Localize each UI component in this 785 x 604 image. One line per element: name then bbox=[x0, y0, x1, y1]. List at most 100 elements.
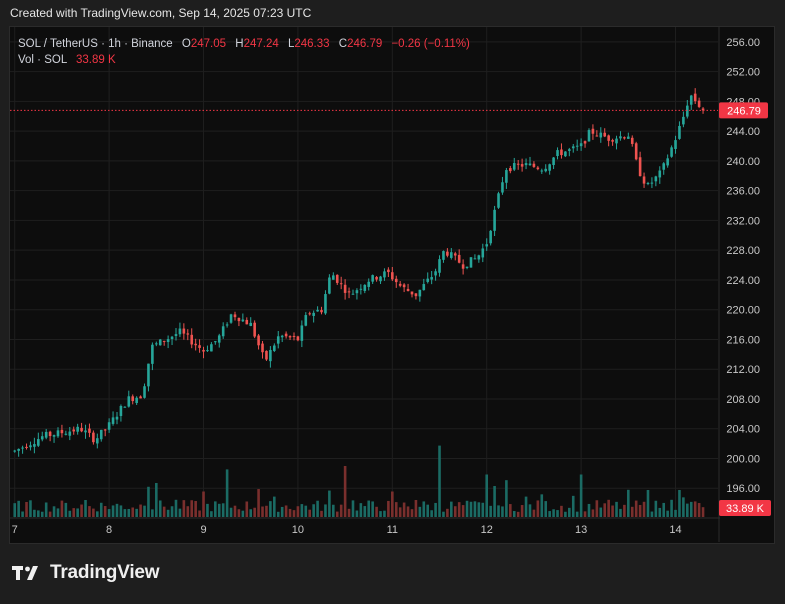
candle-body bbox=[351, 293, 355, 295]
candle-body bbox=[194, 343, 197, 346]
volume-bar bbox=[316, 500, 319, 517]
candle-body bbox=[80, 427, 83, 432]
volume-bar bbox=[461, 505, 465, 517]
candle-body bbox=[99, 429, 103, 440]
volume-bar bbox=[520, 505, 524, 517]
candle-body bbox=[190, 334, 194, 345]
volume-bar bbox=[155, 483, 158, 517]
volume-bar bbox=[60, 500, 64, 517]
volume-bar bbox=[469, 501, 473, 517]
volume-bar bbox=[359, 503, 363, 517]
volume-bar bbox=[135, 508, 138, 517]
candle-body bbox=[509, 168, 512, 172]
candle-body bbox=[48, 431, 52, 437]
volume-bar bbox=[276, 511, 280, 517]
volume-bar bbox=[37, 510, 40, 517]
candle-body bbox=[516, 163, 520, 165]
volume-bar bbox=[68, 510, 72, 517]
volume-bar bbox=[72, 508, 76, 517]
volume-bar bbox=[17, 500, 20, 517]
volume-bar bbox=[434, 502, 437, 517]
candle-body bbox=[682, 116, 685, 125]
candle-body bbox=[182, 328, 186, 334]
candle-body bbox=[206, 350, 209, 352]
candle-body bbox=[414, 293, 418, 297]
volume-tag-label: 33.89 K bbox=[726, 503, 765, 515]
candle-body bbox=[520, 164, 524, 167]
volume-bar bbox=[473, 501, 477, 517]
candle-body bbox=[72, 429, 76, 432]
candle-body bbox=[402, 284, 406, 288]
volume-bar bbox=[233, 505, 237, 517]
volume-bar bbox=[210, 511, 213, 517]
volume-bar bbox=[571, 495, 575, 517]
candlestick-chart[interactable]: 256.00252.00248.00244.00240.00236.00232.… bbox=[0, 0, 785, 604]
candle-body bbox=[697, 100, 701, 107]
candle-body bbox=[233, 314, 237, 318]
candle-body bbox=[693, 93, 697, 102]
volume-bar bbox=[241, 510, 245, 517]
legend-symbol[interactable]: SOL / TetherUS · 1h · Binance bbox=[18, 38, 173, 50]
y-tick-label: 196.00 bbox=[726, 483, 760, 495]
volume-bar bbox=[292, 510, 296, 517]
volume-bar bbox=[678, 489, 681, 517]
candle-body bbox=[355, 290, 359, 294]
candle-body bbox=[623, 137, 626, 139]
candle-body bbox=[123, 406, 127, 408]
candle-body bbox=[158, 339, 162, 346]
volume-bar bbox=[591, 509, 595, 517]
volume-bar bbox=[642, 501, 646, 517]
candle-body bbox=[29, 445, 32, 448]
volume-bar bbox=[548, 511, 551, 517]
candle-body bbox=[619, 136, 622, 139]
candle-body bbox=[214, 341, 217, 343]
volume-bar bbox=[634, 500, 638, 517]
candle-body bbox=[406, 288, 410, 292]
candle-body bbox=[548, 164, 551, 171]
volume-bar bbox=[52, 506, 56, 517]
candle-body bbox=[450, 252, 453, 258]
volume-bar bbox=[524, 496, 528, 517]
volume-bar bbox=[194, 501, 197, 517]
volume-bar bbox=[630, 506, 634, 517]
candle-body bbox=[33, 444, 36, 447]
candle-body bbox=[249, 322, 253, 326]
volume-bar bbox=[564, 511, 567, 517]
y-tick-label: 256.00 bbox=[726, 37, 760, 49]
volume-bar bbox=[375, 506, 378, 517]
candle-body bbox=[316, 309, 319, 312]
volume-bar bbox=[493, 486, 496, 517]
legend-volume-row: Vol · SOL 33.89 K bbox=[18, 52, 470, 68]
volume-bar bbox=[457, 502, 461, 517]
tradingview-wordmark: TradingView bbox=[50, 562, 160, 583]
candle-body bbox=[257, 335, 260, 346]
volume-bar bbox=[587, 503, 591, 517]
volume-bar bbox=[599, 507, 603, 517]
candle-body bbox=[501, 182, 504, 193]
volume-bar bbox=[103, 506, 107, 517]
volume-bar bbox=[245, 501, 249, 517]
volume-bar bbox=[540, 494, 544, 517]
candle-body bbox=[332, 275, 335, 280]
candle-body bbox=[115, 416, 119, 420]
volume-bar bbox=[654, 500, 658, 517]
volume-bar bbox=[257, 489, 260, 517]
volume-bar bbox=[516, 511, 520, 517]
legend-volume-label[interactable]: Vol · SOL bbox=[18, 54, 67, 66]
y-tick-label: 236.00 bbox=[726, 186, 760, 198]
volume-bar bbox=[528, 504, 532, 517]
candle-body bbox=[477, 255, 481, 260]
volume-bar bbox=[29, 500, 32, 517]
candle-body bbox=[469, 257, 473, 268]
volume-bar bbox=[638, 504, 642, 517]
candle-body bbox=[56, 430, 60, 437]
candle-body bbox=[505, 170, 508, 183]
y-tick-label: 216.00 bbox=[726, 334, 760, 346]
tradingview-brand[interactable]: TradingView bbox=[12, 562, 160, 584]
y-tick-label: 244.00 bbox=[726, 126, 760, 138]
volume-bar bbox=[343, 466, 347, 517]
candle-body bbox=[493, 209, 496, 231]
volume-bar bbox=[56, 508, 60, 517]
candle-body bbox=[410, 291, 414, 295]
candle-body bbox=[485, 244, 489, 247]
